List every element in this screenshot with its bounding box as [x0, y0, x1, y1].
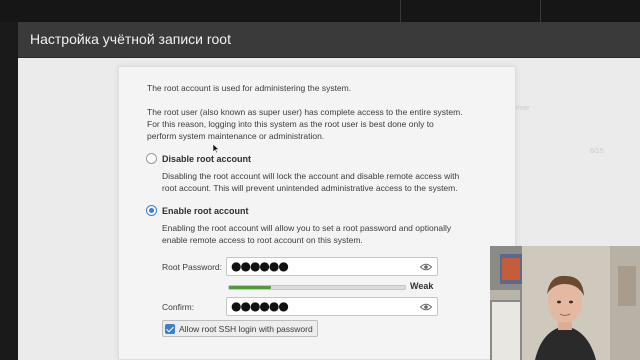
disable-root-label[interactable]: Disable root account: [162, 154, 251, 164]
disable-root-description-line: root account. This will prevent unintend…: [162, 183, 458, 193]
password-strength-label: Weak: [410, 281, 434, 291]
show-password-eye-icon[interactable]: [420, 302, 432, 312]
root-password-label: Root Password:: [162, 262, 222, 272]
radio-selected-dot: [149, 208, 154, 213]
root-password-field[interactable]: ●●●●●●: [226, 257, 438, 276]
disable-root-description-line: Disabling the root account will lock the…: [162, 171, 460, 181]
confirm-password-field[interactable]: ●●●●●●: [226, 297, 438, 316]
password-strength-bar: [228, 285, 406, 290]
details-text-line: For this reason, logging into this syste…: [147, 119, 434, 129]
background-ghost-text: 6/15: [590, 148, 604, 155]
background-top-strip: [0, 0, 640, 22]
window-titlebar: Настройка учётной записи root: [18, 22, 640, 58]
background-divider: [540, 0, 541, 22]
details-text-line: perform system maintenance or administra…: [147, 131, 325, 141]
confirm-password-label: Confirm:: [162, 302, 195, 312]
confirm-password-value: ●●●●●●: [231, 299, 289, 313]
enable-root-radio[interactable]: [146, 205, 157, 216]
enable-root-description-line: enable remote access to root account on …: [162, 235, 363, 245]
checkbox-checked-icon[interactable]: [165, 323, 175, 334]
background-divider: [400, 0, 401, 22]
details-text-line: The root user (also known as super user)…: [147, 107, 463, 117]
root-password-value: ●●●●●●: [231, 259, 289, 273]
enable-root-label[interactable]: Enable root account: [162, 206, 249, 216]
password-strength-fill: [229, 286, 272, 289]
allow-root-ssh-checkbox[interactable]: Allow root SSH login with password: [162, 320, 318, 337]
intro-text: The root account is used for administeri…: [147, 83, 352, 93]
window-title: Настройка учётной записи root: [30, 31, 231, 47]
show-password-eye-icon[interactable]: [420, 262, 432, 272]
webcam-overlay-image: [490, 246, 640, 360]
enable-root-description-line: Enabling the root account will allow you…: [162, 223, 452, 233]
mouse-pointer-icon: [213, 144, 219, 153]
disable-root-radio[interactable]: [146, 153, 157, 164]
allow-root-ssh-label[interactable]: Allow root SSH login with password: [179, 324, 313, 334]
